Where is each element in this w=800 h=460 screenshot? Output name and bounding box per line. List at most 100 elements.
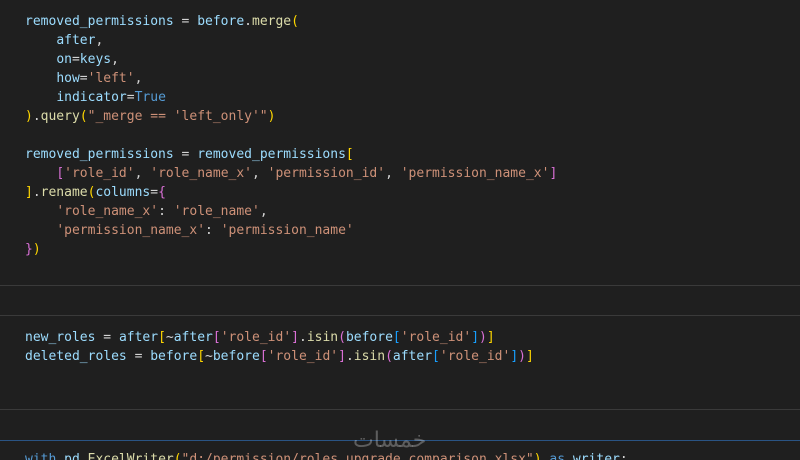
code-token: [ [158,330,166,345]
code-cell-1[interactable]: removed_permissions = before.merge( afte… [0,0,800,285]
code-line[interactable]: new_roles = after[~after['role_id'].isin… [25,328,534,347]
code-token: = [95,330,119,345]
code-line[interactable]: 'permission_name_x': 'permission_name' [25,221,557,240]
code-token: merge [252,14,292,29]
code-line[interactable]: after, [25,31,557,50]
code-token: 'role_id' [220,330,292,345]
code-token: [ [432,349,440,364]
code-token: , [385,166,401,181]
code-token: ( [338,330,346,345]
code-token: ( [291,14,299,29]
code-line[interactable]: }) [25,240,557,259]
code-token: after [56,33,96,48]
code-token: as [549,452,566,460]
code-token: ] [291,330,299,345]
code-line[interactable]: ).query("_merge == 'left_only'") [25,107,557,126]
code-token: 'permission_name_x' [56,223,206,238]
code-token: removed_permissions [25,14,174,29]
code-line[interactable]: 'role_name_x': 'role_name', [25,202,557,221]
code-line[interactable] [25,126,557,145]
code-token: ] [25,185,33,200]
code-token: ) [533,452,542,460]
code-line[interactable]: ['role_id', 'role_name_x', 'permission_i… [25,164,557,183]
code-token: before [345,330,393,345]
code-token: deleted_roles [25,349,127,364]
code-token: 'role_id' [400,330,472,345]
cell-2-code[interactable]: new_roles = after[~after['role_id'].isin… [25,328,534,366]
code-token: "d:/permission/roles_upgrade_comparison.… [181,452,534,460]
code-token: = [150,185,159,200]
code-token: 'role_id' [267,349,339,364]
code-token: [ [259,349,268,364]
code-token: rename [40,185,88,200]
code-token: how [56,71,80,86]
code-token: ) [267,109,276,124]
code-token: 'role_name_x' [56,204,159,219]
code-token: ] [486,330,495,345]
code-token: ] [510,349,519,364]
code-line[interactable]: indicator=True [25,88,557,107]
code-token: ] [525,349,534,364]
code-token: . [32,109,41,124]
code-line[interactable]: removed_permissions = before.merge( [25,12,557,31]
code-line[interactable]: removed_permissions = removed_permission… [25,145,557,164]
code-token: . [32,185,41,200]
code-token: pd [64,452,80,460]
code-token: , [111,52,119,67]
code-token: before [150,349,198,364]
code-token: ) [479,330,487,345]
cell-1-code[interactable]: removed_permissions = before.merge( afte… [25,12,557,259]
notebook-editor: removed_permissions = before.merge( afte… [0,0,800,460]
code-token: , [252,166,268,181]
code-token: , [134,166,151,181]
code-token: 'permission_name' [220,223,354,238]
code-token: ( [385,349,393,364]
code-token: 'role_id' [64,166,135,181]
code-line[interactable]: deleted_roles = before[~before['role_id'… [25,347,534,366]
watermark-logo: خمسات [353,428,427,453]
code-token: { [158,185,166,200]
code-token: ~ [205,349,213,364]
code-token: query [40,109,80,124]
code-token: 'permission_name_x' [400,166,550,181]
code-token: removed_permissions [25,147,174,162]
code-token: [ [392,330,401,345]
code-token: = [71,52,80,67]
code-token: : [619,452,628,460]
code-token: ExcelWriter [87,452,174,460]
code-token: "_merge == 'left_only'" [87,109,268,124]
code-token: } [25,242,33,257]
code-token: ~ [165,330,174,345]
code-line[interactable]: how='left', [25,69,557,88]
code-token: = [126,349,151,364]
code-token: indicator [56,90,127,105]
code-line[interactable]: ].rename(columns={ [25,183,557,202]
code-cell-2[interactable]: new_roles = after[~after['role_id'].isin… [0,316,800,409]
code-token: after [118,330,159,345]
code-token: , [259,204,268,219]
code-token: ( [79,109,88,124]
code-token: 'role_id' [439,349,511,364]
code-token: new_roles [25,330,96,345]
code-token: [ [345,147,354,162]
code-token: with [25,452,57,460]
code-token: after [392,349,433,364]
code-line[interactable]: on=keys, [25,50,557,69]
cell-3-code[interactable]: with pd.ExcelWriter("d:/permission/roles… [25,450,628,460]
code-token: ) [32,242,41,257]
code-token: ] [549,166,558,181]
code-token: True [134,90,166,105]
code-token: . [244,14,252,29]
code-token: 'left' [87,71,135,86]
code-token: = [126,90,135,105]
code-token: = [173,147,198,162]
code-token: columns [95,185,151,200]
cell-1-output-area [0,286,800,315]
code-token: isin [306,330,339,345]
